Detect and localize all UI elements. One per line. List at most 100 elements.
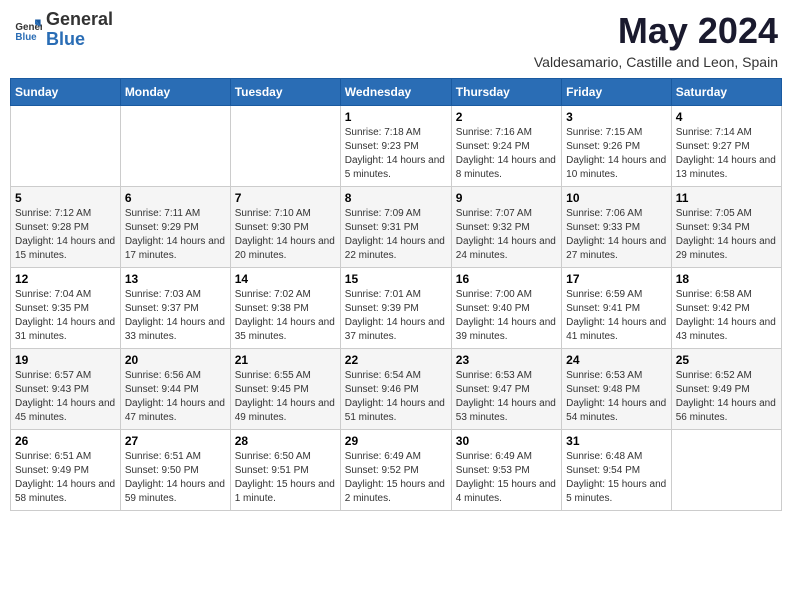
day-number: 31 <box>566 434 667 448</box>
calendar-cell: 20 Sunrise: 6:56 AMSunset: 9:44 PMDayligh… <box>120 349 230 430</box>
day-number: 15 <box>345 272 447 286</box>
day-of-week-header: Thursday <box>451 79 561 106</box>
day-info: Sunrise: 6:56 AMSunset: 9:44 PMDaylight:… <box>125 369 226 425</box>
calendar-cell: 17 Sunrise: 6:59 AMSunset: 9:41 PMDayligh… <box>562 268 672 349</box>
calendar-cell: 9 Sunrise: 7:07 AMSunset: 9:32 PMDaylight… <box>451 187 561 268</box>
location-subtitle: Valdesamario, Castille and Leon, Spain <box>534 54 778 70</box>
day-number: 21 <box>235 353 336 367</box>
calendar-cell: 12 Sunrise: 7:04 AMSunset: 9:35 PMDayligh… <box>11 268 121 349</box>
day-number: 26 <box>15 434 116 448</box>
calendar-cell: 7Sunrise: 7:10 AMSunset: 9:30 PMDaylight… <box>230 187 340 268</box>
calendar-cell: 14 Sunrise: 7:02 AMSunset: 9:38 PMDayligh… <box>230 268 340 349</box>
day-info: Sunrise: 7:10 AMSunset: 9:30 PMDaylight:… <box>235 207 336 263</box>
calendar-cell: 15 Sunrise: 7:01 AMSunset: 9:39 PMDayligh… <box>340 268 451 349</box>
day-info: Sunrise: 6:51 AMSunset: 9:50 PMDaylight:… <box>125 450 226 506</box>
day-of-week-header: Sunday <box>11 79 121 106</box>
logo-blue: Blue <box>46 30 113 50</box>
day-of-week-header: Wednesday <box>340 79 451 106</box>
calendar-cell: 28 Sunrise: 6:50 AMSunset: 9:51 PMDayligh… <box>230 430 340 511</box>
day-number: 9 <box>456 191 557 205</box>
page-header: General Blue General Blue May 2024 Valde… <box>10 10 782 70</box>
day-info: Sunrise: 6:53 AMSunset: 9:48 PMDaylight:… <box>566 369 667 425</box>
day-info: Sunrise: 6:52 AMSunset: 9:49 PMDaylight:… <box>676 369 777 425</box>
month-title: May 2024 <box>534 10 778 52</box>
day-of-week-header: Tuesday <box>230 79 340 106</box>
day-info: Sunrise: 7:06 AMSunset: 9:33 PMDaylight:… <box>566 207 667 263</box>
day-info: Sunrise: 7:11 AMSunset: 9:29 PMDaylight:… <box>125 207 226 263</box>
day-info: Sunrise: 7:07 AMSunset: 9:32 PMDaylight:… <box>456 207 557 263</box>
logo-general: General <box>46 10 113 30</box>
day-info: Sunrise: 6:59 AMSunset: 9:41 PMDaylight:… <box>566 288 667 344</box>
calendar-cell: 18Sunrise: 6:58 AMSunset: 9:42 PMDayligh… <box>671 268 781 349</box>
calendar-week-row: 26 Sunrise: 6:51 AMSunset: 9:49 PMDayligh… <box>11 430 782 511</box>
calendar-cell <box>120 106 230 187</box>
calendar-week-row: 19Sunrise: 6:57 AMSunset: 9:43 PMDayligh… <box>11 349 782 430</box>
day-info: Sunrise: 7:04 AMSunset: 9:35 PMDaylight:… <box>15 288 116 344</box>
day-info: Sunrise: 7:15 AMSunset: 9:26 PMDaylight:… <box>566 126 667 182</box>
day-info: Sunrise: 6:58 AMSunset: 9:42 PMDaylight:… <box>676 288 777 344</box>
day-number: 11 <box>676 191 777 205</box>
day-info: Sunrise: 7:02 AMSunset: 9:38 PMDaylight:… <box>235 288 336 344</box>
day-number: 2 <box>456 110 557 124</box>
day-number: 13 <box>125 272 226 286</box>
day-info: Sunrise: 6:51 AMSunset: 9:49 PMDaylight:… <box>15 450 116 506</box>
calendar-cell: 11 Sunrise: 7:05 AMSunset: 9:34 PMDayligh… <box>671 187 781 268</box>
day-info: Sunrise: 6:49 AMSunset: 9:52 PMDaylight:… <box>345 450 447 506</box>
calendar-cell: 23Sunrise: 6:53 AMSunset: 9:47 PMDayligh… <box>451 349 561 430</box>
day-number: 5 <box>15 191 116 205</box>
calendar-cell: 13Sunrise: 7:03 AMSunset: 9:37 PMDayligh… <box>120 268 230 349</box>
day-info: Sunrise: 7:14 AMSunset: 9:27 PMDaylight:… <box>676 126 777 182</box>
day-number: 14 <box>235 272 336 286</box>
day-of-week-header: Friday <box>562 79 672 106</box>
day-number: 6 <box>125 191 226 205</box>
calendar-cell: 26 Sunrise: 6:51 AMSunset: 9:49 PMDayligh… <box>11 430 121 511</box>
day-info: Sunrise: 7:01 AMSunset: 9:39 PMDaylight:… <box>345 288 447 344</box>
calendar-cell: 10 Sunrise: 7:06 AMSunset: 9:33 PMDayligh… <box>562 187 672 268</box>
calendar-cell: 31 Sunrise: 6:48 AMSunset: 9:54 PMDayligh… <box>562 430 672 511</box>
day-info: Sunrise: 7:00 AMSunset: 9:40 PMDaylight:… <box>456 288 557 344</box>
day-number: 17 <box>566 272 667 286</box>
calendar-cell: 2 Sunrise: 7:16 AMSunset: 9:24 PMDaylight… <box>451 106 561 187</box>
calendar-cell: 22Sunrise: 6:54 AMSunset: 9:46 PMDayligh… <box>340 349 451 430</box>
day-info: Sunrise: 6:53 AMSunset: 9:47 PMDaylight:… <box>456 369 557 425</box>
calendar-cell <box>671 430 781 511</box>
calendar-cell: 5 Sunrise: 7:12 AMSunset: 9:28 PMDaylight… <box>11 187 121 268</box>
day-number: 28 <box>235 434 336 448</box>
day-info: Sunrise: 6:55 AMSunset: 9:45 PMDaylight:… <box>235 369 336 425</box>
calendar-cell: 25Sunrise: 6:52 AMSunset: 9:49 PMDayligh… <box>671 349 781 430</box>
calendar-cell: 24 Sunrise: 6:53 AMSunset: 9:48 PMDayligh… <box>562 349 672 430</box>
calendar-cell: 30Sunrise: 6:49 AMSunset: 9:53 PMDayligh… <box>451 430 561 511</box>
calendar-cell: 4Sunrise: 7:14 AMSunset: 9:27 PMDaylight… <box>671 106 781 187</box>
calendar-cell: 27 Sunrise: 6:51 AMSunset: 9:50 PMDayligh… <box>120 430 230 511</box>
day-number: 19 <box>15 353 116 367</box>
day-info: Sunrise: 6:50 AMSunset: 9:51 PMDaylight:… <box>235 450 336 506</box>
calendar-table: SundayMondayTuesdayWednesdayThursdayFrid… <box>10 78 782 511</box>
calendar-cell: 29Sunrise: 6:49 AMSunset: 9:52 PMDayligh… <box>340 430 451 511</box>
day-number: 27 <box>125 434 226 448</box>
calendar-cell <box>11 106 121 187</box>
day-info: Sunrise: 7:18 AMSunset: 9:23 PMDaylight:… <box>345 126 447 182</box>
day-of-week-header: Saturday <box>671 79 781 106</box>
day-info: Sunrise: 7:05 AMSunset: 9:34 PMDaylight:… <box>676 207 777 263</box>
day-number: 3 <box>566 110 667 124</box>
day-number: 24 <box>566 353 667 367</box>
day-number: 12 <box>15 272 116 286</box>
day-info: Sunrise: 6:48 AMSunset: 9:54 PMDaylight:… <box>566 450 667 506</box>
day-number: 1 <box>345 110 447 124</box>
day-info: Sunrise: 7:09 AMSunset: 9:31 PMDaylight:… <box>345 207 447 263</box>
calendar-cell: 1 Sunrise: 7:18 AMSunset: 9:23 PMDaylight… <box>340 106 451 187</box>
day-number: 10 <box>566 191 667 205</box>
calendar-cell: 3 Sunrise: 7:15 AMSunset: 9:26 PMDaylight… <box>562 106 672 187</box>
day-number: 30 <box>456 434 557 448</box>
calendar-header: SundayMondayTuesdayWednesdayThursdayFrid… <box>11 79 782 106</box>
calendar-week-row: 5 Sunrise: 7:12 AMSunset: 9:28 PMDaylight… <box>11 187 782 268</box>
logo: General Blue General Blue <box>14 10 113 50</box>
calendar-cell: 8 Sunrise: 7:09 AMSunset: 9:31 PMDaylight… <box>340 187 451 268</box>
day-info: Sunrise: 7:16 AMSunset: 9:24 PMDaylight:… <box>456 126 557 182</box>
calendar-cell: 6 Sunrise: 7:11 AMSunset: 9:29 PMDaylight… <box>120 187 230 268</box>
day-number: 8 <box>345 191 447 205</box>
title-block: May 2024 Valdesamario, Castille and Leon… <box>534 10 778 70</box>
day-number: 20 <box>125 353 226 367</box>
day-info: Sunrise: 7:12 AMSunset: 9:28 PMDaylight:… <box>15 207 116 263</box>
day-info: Sunrise: 6:54 AMSunset: 9:46 PMDaylight:… <box>345 369 447 425</box>
